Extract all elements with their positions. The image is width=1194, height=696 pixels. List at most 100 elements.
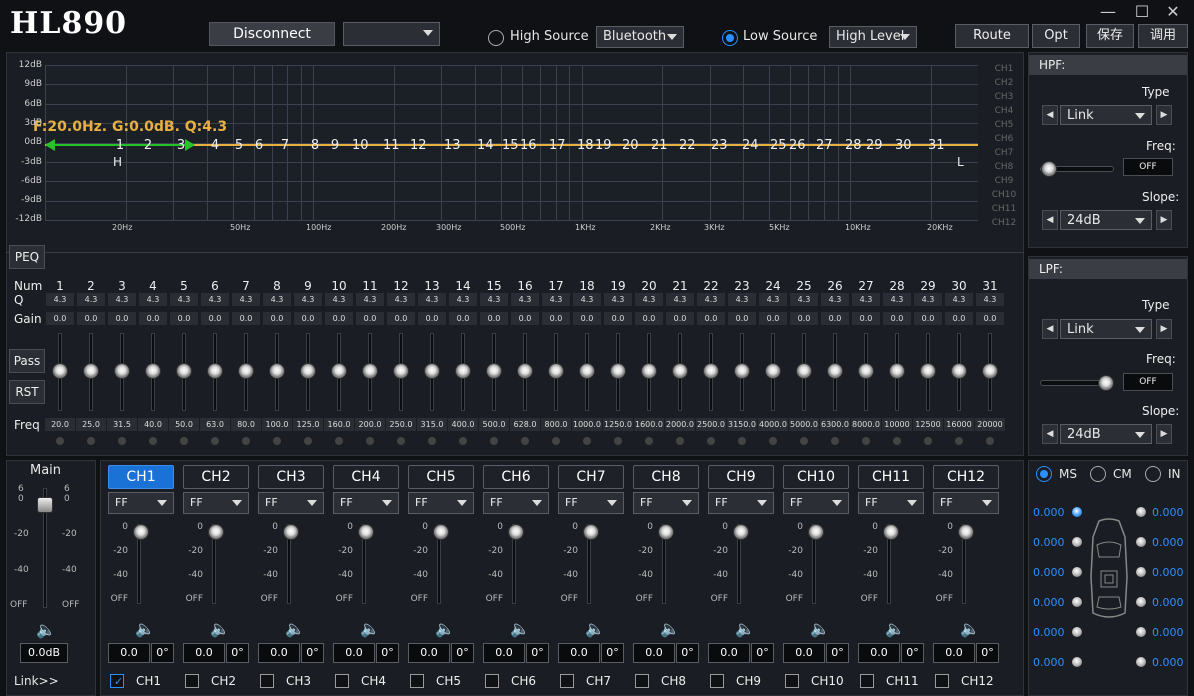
- band-bypass-indicator[interactable]: [56, 437, 64, 445]
- graph-channel-label[interactable]: CH4: [991, 106, 1017, 116]
- channel-gain-value[interactable]: 0.0: [558, 643, 600, 663]
- band-bypass-indicator[interactable]: [428, 437, 436, 445]
- band-gain-value[interactable]: 0.0: [728, 312, 756, 325]
- band-q-value[interactable]: 4.3: [821, 293, 849, 306]
- band-gain-slider-knob[interactable]: [362, 363, 378, 379]
- speaker-dot-icon[interactable]: [1072, 657, 1082, 667]
- channel-gain-value[interactable]: 0.0: [633, 643, 675, 663]
- band-freq-value[interactable]: 200.0: [355, 418, 385, 431]
- low-source-radio[interactable]: [722, 30, 738, 46]
- band-gain-slider-knob[interactable]: [207, 363, 223, 379]
- channel-link-checkbox[interactable]: [410, 674, 424, 688]
- channel-gain-slider-knob[interactable]: [658, 524, 674, 540]
- band-q-value[interactable]: 4.3: [914, 293, 942, 306]
- channel-mute-speaker-icon[interactable]: 🔈: [510, 619, 530, 638]
- band-freq-value[interactable]: 63.0: [200, 418, 230, 431]
- band-gain-value[interactable]: 0.0: [356, 312, 384, 325]
- band-gain-value[interactable]: 0.0: [604, 312, 632, 325]
- band-gain-value[interactable]: 0.0: [139, 312, 167, 325]
- ms-radio[interactable]: [1036, 466, 1052, 482]
- channel-gain-slider-knob[interactable]: [958, 524, 974, 540]
- band-q-value[interactable]: 4.3: [46, 293, 74, 306]
- lpf-freq-value[interactable]: OFF: [1123, 373, 1173, 391]
- channel-gain-slider-knob[interactable]: [508, 524, 524, 540]
- band-gain-value[interactable]: 0.0: [387, 312, 415, 325]
- band-bypass-indicator[interactable]: [769, 437, 777, 445]
- band-freq-value[interactable]: 1000.0: [572, 418, 602, 431]
- band-marker[interactable]: 14: [477, 138, 494, 153]
- opt-button[interactable]: Opt: [1032, 24, 1080, 48]
- band-gain-slider-knob[interactable]: [796, 363, 812, 379]
- main-volume-value[interactable]: 0.0dB: [20, 643, 68, 663]
- lpf-type-prev-icon[interactable]: ◀: [1042, 319, 1058, 339]
- band-freq-value[interactable]: 16000: [944, 418, 974, 431]
- band-freq-value[interactable]: 8000.0: [851, 418, 881, 431]
- graph-channel-label[interactable]: CH12: [991, 218, 1017, 228]
- delay-left-value[interactable]: 0.000: [1033, 566, 1065, 579]
- band-freq-value[interactable]: 80.0: [231, 418, 261, 431]
- band-bypass-indicator[interactable]: [862, 437, 870, 445]
- band-q-value[interactable]: 4.3: [170, 293, 198, 306]
- speaker-dot-icon[interactable]: [1072, 627, 1082, 637]
- channel-mode-select[interactable]: FF: [408, 492, 474, 514]
- band-marker[interactable]: 3: [173, 138, 189, 153]
- band-gain-slider-knob[interactable]: [176, 363, 192, 379]
- band-bypass-indicator[interactable]: [738, 437, 746, 445]
- channel-link-checkbox[interactable]: [485, 674, 499, 688]
- band-marker[interactable]: 11: [383, 138, 400, 153]
- band-bypass-indicator[interactable]: [521, 437, 529, 445]
- speaker-dot-icon[interactable]: [1136, 627, 1146, 637]
- band-freq-value[interactable]: 800.0: [541, 418, 571, 431]
- band-gain-value[interactable]: 0.0: [542, 312, 570, 325]
- graph-channel-label[interactable]: CH5: [991, 120, 1017, 130]
- band-marker[interactable]: 31: [928, 138, 945, 153]
- band-gain-slider-knob[interactable]: [703, 363, 719, 379]
- band-gain-slider-knob[interactable]: [827, 363, 843, 379]
- channel-phase-value[interactable]: 0°: [826, 643, 849, 663]
- band-gain-value[interactable]: 0.0: [108, 312, 136, 325]
- band-marker[interactable]: 24: [742, 138, 759, 153]
- band-gain-value[interactable]: 0.0: [573, 312, 601, 325]
- band-gain-value[interactable]: 0.0: [325, 312, 353, 325]
- channel-phase-value[interactable]: 0°: [226, 643, 249, 663]
- band-gain-slider-knob[interactable]: [424, 363, 440, 379]
- band-freq-value[interactable]: 6300.0: [820, 418, 850, 431]
- channel-mode-select[interactable]: FF: [333, 492, 399, 514]
- band-freq-value[interactable]: 100.0: [262, 418, 292, 431]
- band-marker[interactable]: 23: [711, 138, 728, 153]
- band-q-value[interactable]: 4.3: [666, 293, 694, 306]
- channel-mode-select[interactable]: FF: [783, 492, 849, 514]
- band-gain-slider-knob[interactable]: [858, 363, 874, 379]
- band-marker[interactable]: 7: [277, 138, 293, 153]
- speaker-dot-icon[interactable]: [1072, 567, 1082, 577]
- maximize-icon[interactable]: ☐: [1132, 2, 1152, 21]
- band-marker[interactable]: 22: [679, 138, 696, 153]
- band-freq-value[interactable]: 1600.0: [634, 418, 664, 431]
- band-gain-slider-knob[interactable]: [238, 363, 254, 379]
- band-bypass-indicator[interactable]: [242, 437, 250, 445]
- channel-gain-slider-knob[interactable]: [883, 524, 899, 540]
- band-marker[interactable]: 15: [502, 138, 519, 153]
- band-gain-slider-knob[interactable]: [982, 363, 998, 379]
- device-select[interactable]: [343, 22, 440, 46]
- delay-left-value[interactable]: 0.000: [1033, 656, 1065, 669]
- band-gain-value[interactable]: 0.0: [511, 312, 539, 325]
- band-freq-value[interactable]: 10000: [882, 418, 912, 431]
- channel-button[interactable]: CH11: [858, 465, 924, 489]
- high-source-radio[interactable]: [488, 30, 504, 46]
- band-gain-slider-knob[interactable]: [734, 363, 750, 379]
- delay-right-value[interactable]: 0.000: [1152, 506, 1184, 519]
- lpf-freq-slider-knob[interactable]: [1098, 375, 1114, 391]
- band-q-value[interactable]: 4.3: [759, 293, 787, 306]
- band-gain-value[interactable]: 0.0: [480, 312, 508, 325]
- band-bypass-indicator[interactable]: [273, 437, 281, 445]
- band-gain-slider-knob[interactable]: [610, 363, 626, 379]
- main-volume-knob[interactable]: [37, 497, 53, 513]
- band-freq-value[interactable]: 250.0: [386, 418, 416, 431]
- band-marker[interactable]: 30: [895, 138, 912, 153]
- graph-channel-label[interactable]: CH7: [991, 148, 1017, 158]
- pass-button[interactable]: Pass: [9, 349, 45, 373]
- band-marker[interactable]: 4: [207, 138, 223, 153]
- band-q-value[interactable]: 4.3: [883, 293, 911, 306]
- band-bypass-indicator[interactable]: [924, 437, 932, 445]
